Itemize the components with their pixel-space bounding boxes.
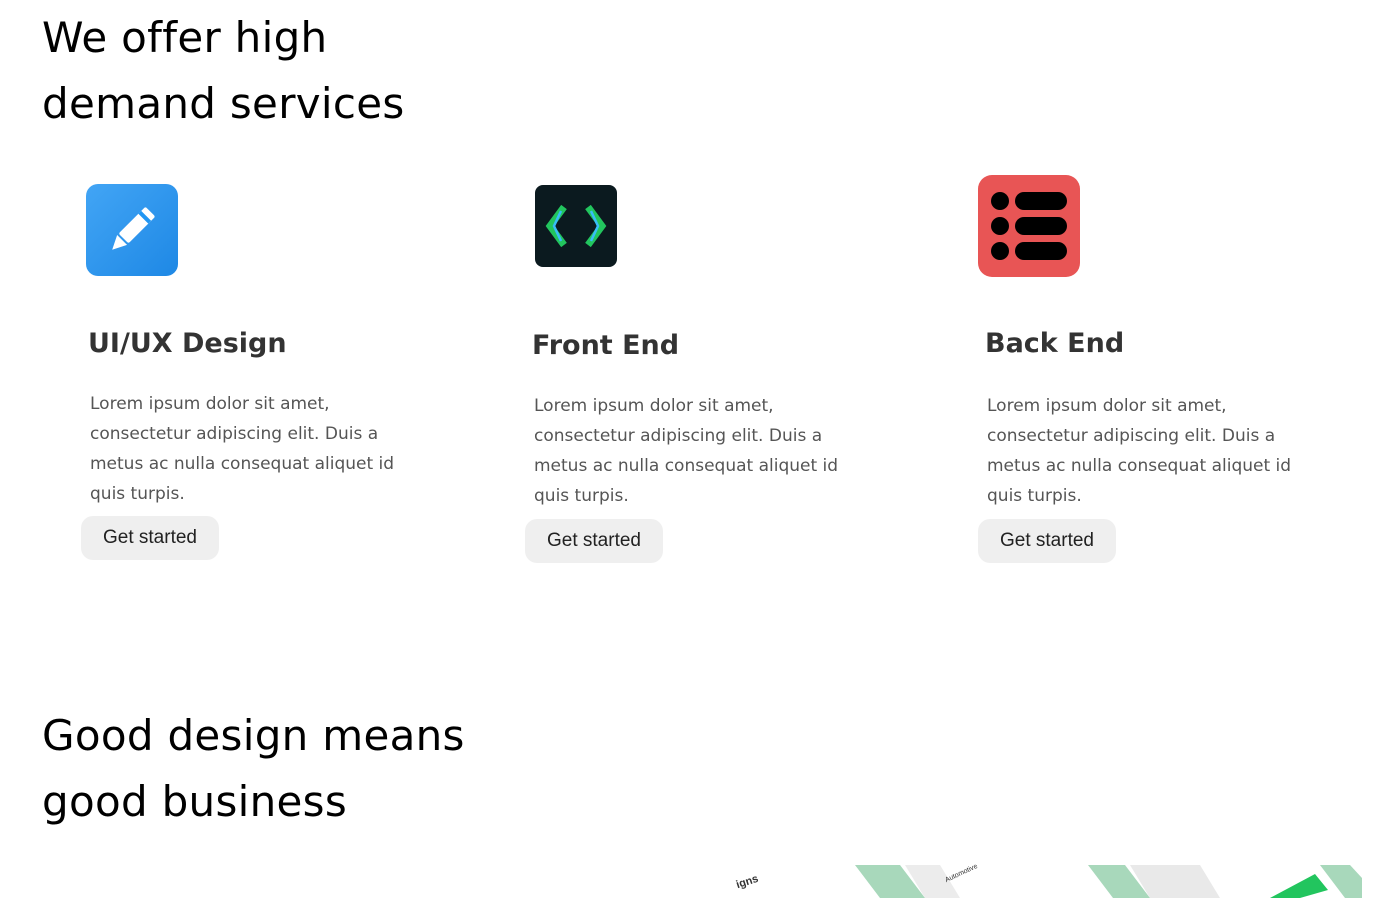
list-icon (978, 175, 1080, 277)
service-card-backend: Back End Lorem ipsum dolor sit amet, con… (977, 172, 1337, 572)
service-title: Front End (532, 330, 680, 361)
get-started-button[interactable]: Get started (978, 519, 1116, 563)
get-started-button[interactable]: Get started (81, 516, 219, 560)
pencil-icon (86, 184, 178, 276)
services-heading: We offer high demand services (42, 13, 405, 128)
service-title: Back End (985, 328, 1125, 359)
service-card-frontend: Front End Lorem ipsum dolor sit amet, co… (524, 172, 884, 572)
design-heading: Good design means good business (42, 711, 465, 826)
service-description: Lorem ipsum dolor sit amet, consectetur … (90, 394, 395, 504)
get-started-button[interactable]: Get started (525, 519, 663, 563)
service-title: UI/UX Design (88, 328, 287, 359)
service-description: Lorem ipsum dolor sit amet, consectetur … (534, 396, 839, 506)
page: We offer high demand services UI/UX Desi… (0, 0, 1386, 898)
portfolio-preview: igns Automotive (700, 860, 1362, 898)
service-description: Lorem ipsum dolor sit amet, consectetur … (987, 396, 1292, 506)
service-card-uiux: UI/UX Design Lorem ipsum dolor sit amet,… (80, 170, 440, 570)
code-brackets-icon (535, 185, 617, 267)
